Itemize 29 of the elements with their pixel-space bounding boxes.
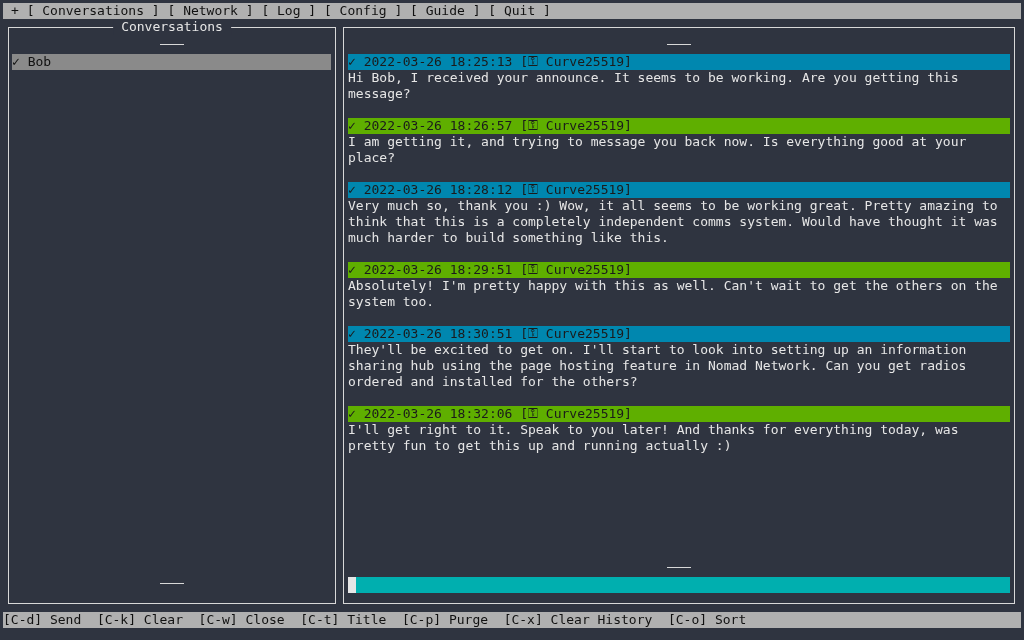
message-text: Absolutely! I'm pretty happy with this as well. Can't wait to get the others on the system too. <box>348 278 999 310</box>
message-header: ✓ 2022-03-26 18:32:06 [⚿ Curve25519] <box>348 406 1010 422</box>
menu-item[interactable]: + <box>11 3 19 19</box>
menu-item[interactable]: [ Log ] <box>261 3 317 19</box>
menu-item[interactable]: [ Guide ] <box>410 3 481 19</box>
shortcut-hint: [C-k] Clear <box>96 612 183 628</box>
menu-item[interactable]: [ Network ] <box>167 3 254 19</box>
shortcut-hint: [C-x] Clear History <box>503 612 653 628</box>
message-header: ✓ 2022-03-26 18:25:13 [⚿ Curve25519] <box>348 54 1010 70</box>
shortcut-hint: [C-t] Title <box>300 612 387 628</box>
message-header: ✓ 2022-03-26 18:29:51 [⚿ Curve25519] <box>348 262 1010 278</box>
conversation-item[interactable]: ✓ Bob <box>12 54 331 70</box>
message-header: ✓ 2022-03-26 18:26:57 [⚿ Curve25519] <box>348 118 1010 134</box>
shortcut-hint: [C-o] Sort <box>667 612 747 628</box>
message-text: Hi Bob, I received your announce. It seems to be working. Are you getting this message? <box>348 70 960 102</box>
menu-item[interactable]: [ Quit ] <box>488 3 551 19</box>
message-text: I'll get right to it. Speak to you later! And thanks for everything today, was pretty fun to get this up and running actually :) <box>348 422 960 454</box>
text-cursor <box>348 577 356 593</box>
message-input[interactable] <box>348 577 1010 593</box>
shortcut-hint: [C-w] Close <box>198 612 285 628</box>
shortcut-hint: [C-d] Send <box>3 612 82 628</box>
message-text: I am getting it, and trying to message you back now. Is everything good at your place? <box>348 134 968 166</box>
message-text: Very much so, thank you :) Wow, it all seems to be working great. Pretty amazing to think that this is a completely independent comms system. Would have thought it was much harder to build something like this. <box>348 198 999 246</box>
message-header: ✓ 2022-03-26 18:28:12 [⚿ Curve25519] <box>348 182 1010 198</box>
menu-item[interactable]: [ Conversations ] <box>26 3 160 19</box>
menu-item[interactable]: [ Config ] <box>323 3 403 19</box>
shortcut-hint: [C-p] Purge <box>401 612 489 628</box>
message-text: They'll be excited to get on. I'll start to look into setting up an information sharing hub using the page hosting feature in Nomad Network. Can you get radios ordered and installed for the others? <box>348 342 968 390</box>
message-header: ✓ 2022-03-26 18:30:51 [⚿ Curve25519] <box>348 326 1010 342</box>
